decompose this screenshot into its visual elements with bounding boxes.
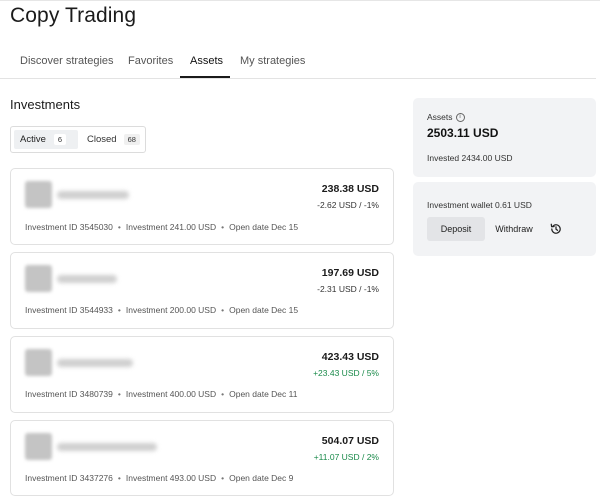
investment-wallet-panel: Investment wallet 0.61 USD Deposit Withd… xyxy=(413,182,596,256)
info-icon[interactable]: i xyxy=(455,113,465,123)
investment-amount: 504.07 USD xyxy=(321,435,379,447)
assets-value: 2503.11 USD xyxy=(427,126,499,140)
investment-id: Investment ID 3545030 xyxy=(25,222,113,232)
investment-change: -2.31 USD / -1% xyxy=(317,284,379,294)
assets-label: Assets xyxy=(427,112,453,122)
wallet-balance: Investment wallet 0.61 USD xyxy=(427,200,532,210)
history-icon[interactable] xyxy=(549,222,563,236)
strategy-avatar xyxy=(25,265,52,292)
investment-card[interactable]: 423.43 USD +23.43 USD / 5% Investment ID… xyxy=(10,336,394,413)
tab-discover-strategies[interactable]: Discover strategies xyxy=(20,55,114,67)
strategy-avatar xyxy=(25,349,52,376)
deposit-button[interactable]: Deposit xyxy=(427,217,485,241)
investment-status-filter: Active 6 Closed 68 xyxy=(10,126,146,153)
tab-bar: Discover strategies Favorites Assets My … xyxy=(0,48,596,79)
filter-active-button[interactable]: Active 6 xyxy=(14,130,78,149)
investment-amount: 197.69 USD xyxy=(321,267,379,279)
filter-closed-label: Closed xyxy=(87,134,117,145)
investment-principal: Investment 200.00 USD xyxy=(125,305,217,315)
investment-open-date: Open date Dec 11 xyxy=(229,389,298,399)
investment-id: Investment ID 3544933 xyxy=(25,305,113,315)
investment-open-date: Open date Dec 15 xyxy=(229,222,299,232)
filter-closed-count: 68 xyxy=(123,134,140,145)
investment-id: Investment ID 3480739 xyxy=(25,389,113,399)
investment-amount: 238.38 USD xyxy=(321,183,379,195)
strategy-name-redacted xyxy=(57,359,133,367)
investment-meta: Investment ID 3437276 • Investment 493.00 … xyxy=(25,473,294,483)
top-divider xyxy=(0,0,600,1)
tab-favorites[interactable]: Favorites xyxy=(128,55,173,67)
filter-active-label: Active xyxy=(20,134,46,145)
withdraw-button[interactable]: Withdraw xyxy=(491,217,537,241)
page-title: Copy Trading xyxy=(10,4,137,27)
filter-active-count: 6 xyxy=(53,134,67,145)
assets-label-row: Assets i xyxy=(427,112,465,123)
investment-meta: Investment ID 3545030 • Investment 241.00 … xyxy=(25,222,299,232)
strategy-avatar xyxy=(25,181,52,208)
assets-summary-panel: Assets i 2503.11 USD Invested 2434.00 USD xyxy=(413,98,596,177)
investment-meta: Investment ID 3480739 • Investment 400.00 … xyxy=(25,389,298,399)
strategy-name-redacted xyxy=(57,275,117,283)
investment-change: +23.43 USD / 5% xyxy=(313,368,379,378)
investment-principal: Investment 241.00 USD xyxy=(125,222,217,232)
strategy-avatar xyxy=(25,433,52,460)
strategy-name-redacted xyxy=(57,191,129,199)
investment-principal: Investment 493.00 USD xyxy=(125,473,217,483)
investment-card[interactable]: 238.38 USD -2.62 USD / -1% Investment ID… xyxy=(10,168,394,245)
tab-my-strategies[interactable]: My strategies xyxy=(240,55,305,67)
filter-closed-button[interactable]: Closed 68 xyxy=(81,130,143,149)
investment-card[interactable]: 197.69 USD -2.31 USD / -1% Investment ID… xyxy=(10,252,394,329)
investment-open-date: Open date Dec 9 xyxy=(229,473,294,483)
invested-total: Invested 2434.00 USD xyxy=(427,153,513,163)
investment-principal: Investment 400.00 USD xyxy=(125,389,217,399)
investment-change: -2.62 USD / -1% xyxy=(317,200,379,210)
active-tab-indicator xyxy=(180,76,230,78)
investment-id: Investment ID 3437276 xyxy=(25,473,113,483)
investment-meta: Investment ID 3544933 • Investment 200.00 … xyxy=(25,305,299,315)
investment-card[interactable]: 504.07 USD +11.07 USD / 2% Investment ID… xyxy=(10,420,394,496)
strategy-name-redacted xyxy=(57,443,157,451)
investment-amount: 423.43 USD xyxy=(321,351,379,363)
tab-assets[interactable]: Assets xyxy=(190,55,223,67)
investment-change: +11.07 USD / 2% xyxy=(313,452,379,462)
investments-heading: Investments xyxy=(10,97,81,112)
investment-open-date: Open date Dec 15 xyxy=(229,305,299,315)
